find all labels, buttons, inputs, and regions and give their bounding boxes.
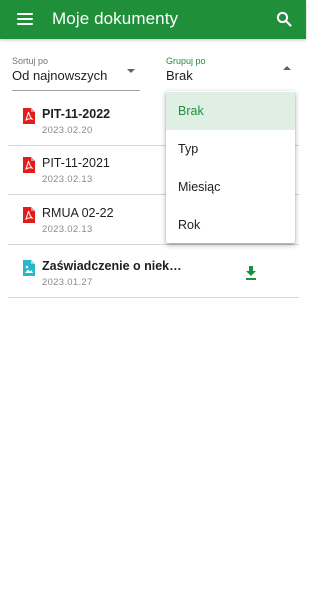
pdf-icon [23,108,35,124]
document-name: RMUA 02-22 [42,206,114,220]
dropdown-option-brak[interactable]: Brak [166,92,295,130]
download-icon[interactable] [245,266,257,280]
app-bar: Moje dokumenty [0,0,306,39]
pdf-icon [23,157,35,173]
group-select[interactable]: Grupuj po Brak [166,56,294,92]
group-value: Brak [166,68,193,83]
dropdown-option-miesiac[interactable]: Miesiąc [166,168,295,206]
dropdown-option-typ[interactable]: Typ [166,130,295,168]
sort-underline [12,90,140,91]
document-name: PIT-11-2021 [42,156,110,170]
group-dropdown-menu: Brak Typ Miesiąc Rok [166,91,295,243]
image-file-icon [23,260,35,276]
sort-value: Od najnowszych [12,68,108,83]
sort-label: Sortuj po [12,56,49,66]
document-date: 2023.02.13 [42,174,93,185]
document-date: 2023.01.27 [42,277,93,288]
document-name: Zaświadczenie o niek… [42,259,182,273]
chevron-up-icon [283,66,291,70]
hamburger-menu-icon[interactable] [17,13,33,25]
pdf-icon [23,207,35,223]
document-name: PIT-11-2022 [42,107,111,121]
chevron-down-icon [127,69,135,73]
sort-select[interactable]: Sortuj po Od najnowszych [12,56,140,92]
page-title: Moje dokumenty [52,9,179,28]
dropdown-option-rok[interactable]: Rok [166,206,295,244]
group-label: Grupuj po [166,56,206,66]
document-date: 2023.02.20 [42,125,93,136]
search-icon[interactable] [276,11,292,27]
document-row[interactable]: Zaświadczenie o niek… 2023.01.27 [8,250,299,298]
document-date: 2023.02.13 [42,224,93,235]
